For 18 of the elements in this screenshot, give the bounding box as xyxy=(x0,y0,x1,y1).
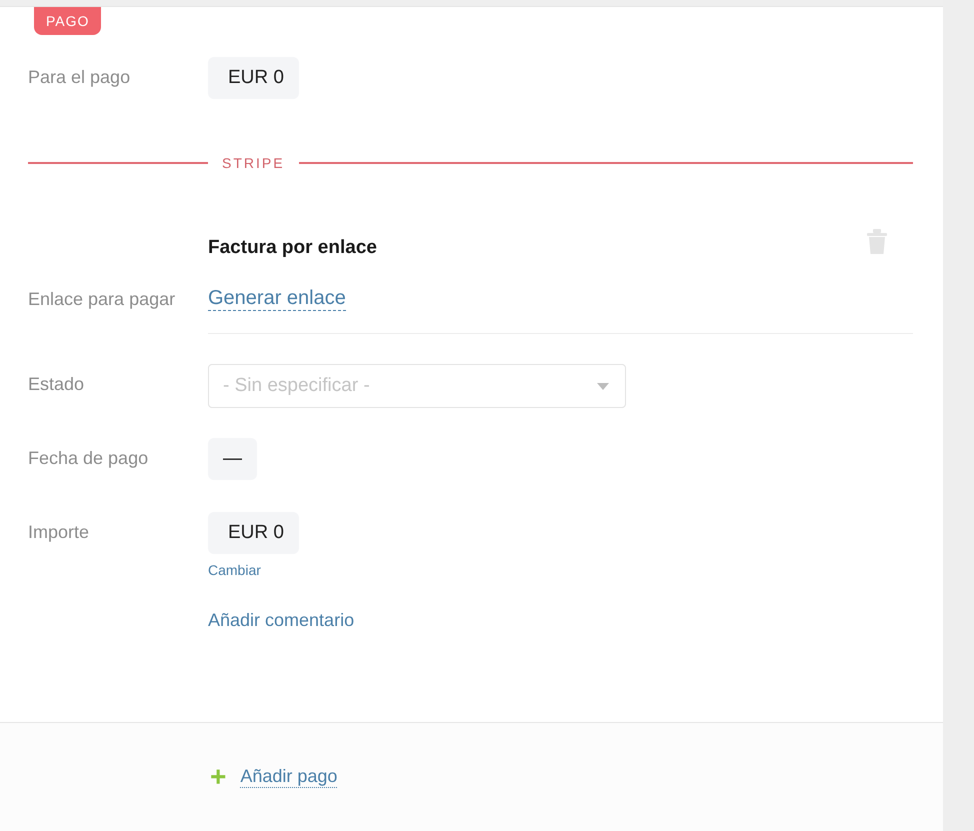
trash-icon[interactable] xyxy=(867,229,887,255)
amount-value: EUR 0 xyxy=(208,512,299,554)
payment-title: Factura por enlace xyxy=(208,236,377,259)
provider-label: STRIPE xyxy=(222,155,285,171)
field-label: Fecha de pago xyxy=(28,447,150,469)
add-payment-link[interactable]: Añadir pago xyxy=(240,766,338,788)
generate-link[interactable]: Generar enlace xyxy=(208,287,346,311)
section-badge: PAGO xyxy=(34,7,102,35)
amount-value: EUR 0 xyxy=(208,57,299,99)
add-comment-link[interactable]: Añadir comentario xyxy=(208,610,354,631)
field-label: Enlace para pagar xyxy=(28,288,176,310)
field-label: Importe xyxy=(28,521,90,543)
caret-icon xyxy=(597,382,609,390)
change-link[interactable]: Cambiar xyxy=(208,562,261,578)
plus-icon: + xyxy=(210,763,226,791)
field-label: Estado xyxy=(28,373,86,395)
date-value: — xyxy=(208,438,257,480)
field-label: Para el pago xyxy=(28,66,132,88)
